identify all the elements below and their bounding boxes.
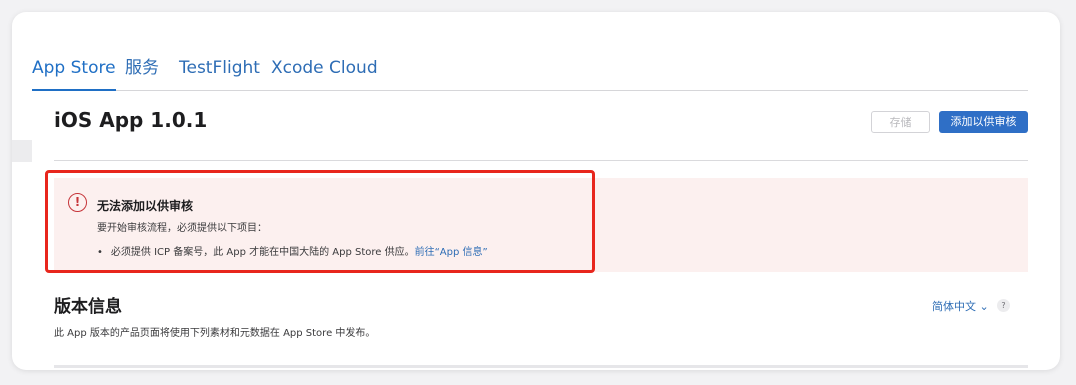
version-info-description: 此 App 版本的产品页面将使用下列素材和元数据在 App Store 中发布。 [54,328,376,339]
page-title: iOS App 1.0.1 [54,108,208,132]
main-card: App Store 服务 TestFlight Xcode Cloud iOS … [12,12,1060,370]
alert-title: 无法添加以供审核 [97,199,194,213]
header-divider [54,160,1028,161]
error-alert: ! 无法添加以供审核 要开始审核流程，必须提供以下项目： • 必须提供 ICP 备… [54,178,1028,272]
alert-description: 要开始审核流程，必须提供以下项目： [97,223,267,234]
exclamation-circle-icon: ! [68,193,87,212]
sidebar-stub [12,140,32,162]
tab-app-store[interactable]: App Store [32,46,116,91]
save-button[interactable]: 存储 [871,111,930,133]
version-info-title: 版本信息 [54,297,122,317]
alert-bullet-text: 必须提供 ICP 备案号，此 App 才能在中国大陆的 App Store 供应… [110,247,415,258]
alert-bullet-item: • 必须提供 ICP 备案号，此 App 才能在中国大陆的 App Store 供… [97,243,488,258]
go-to-app-info-link[interactable]: 前往“App 信息” [415,247,488,258]
tab-services[interactable]: 服务 [125,46,159,90]
bottom-divider [54,365,1028,368]
help-icon[interactable]: ? [997,299,1010,312]
add-for-review-button[interactable]: 添加以供审核 [939,111,1028,133]
language-select[interactable]: 简体中文 ⌄ [932,298,989,314]
tab-xcode-cloud[interactable]: Xcode Cloud [271,46,378,90]
bullet-dot: • [97,247,103,258]
tab-testflight[interactable]: TestFlight [179,46,260,90]
tab-bar: App Store 服务 TestFlight Xcode Cloud [32,46,1028,91]
